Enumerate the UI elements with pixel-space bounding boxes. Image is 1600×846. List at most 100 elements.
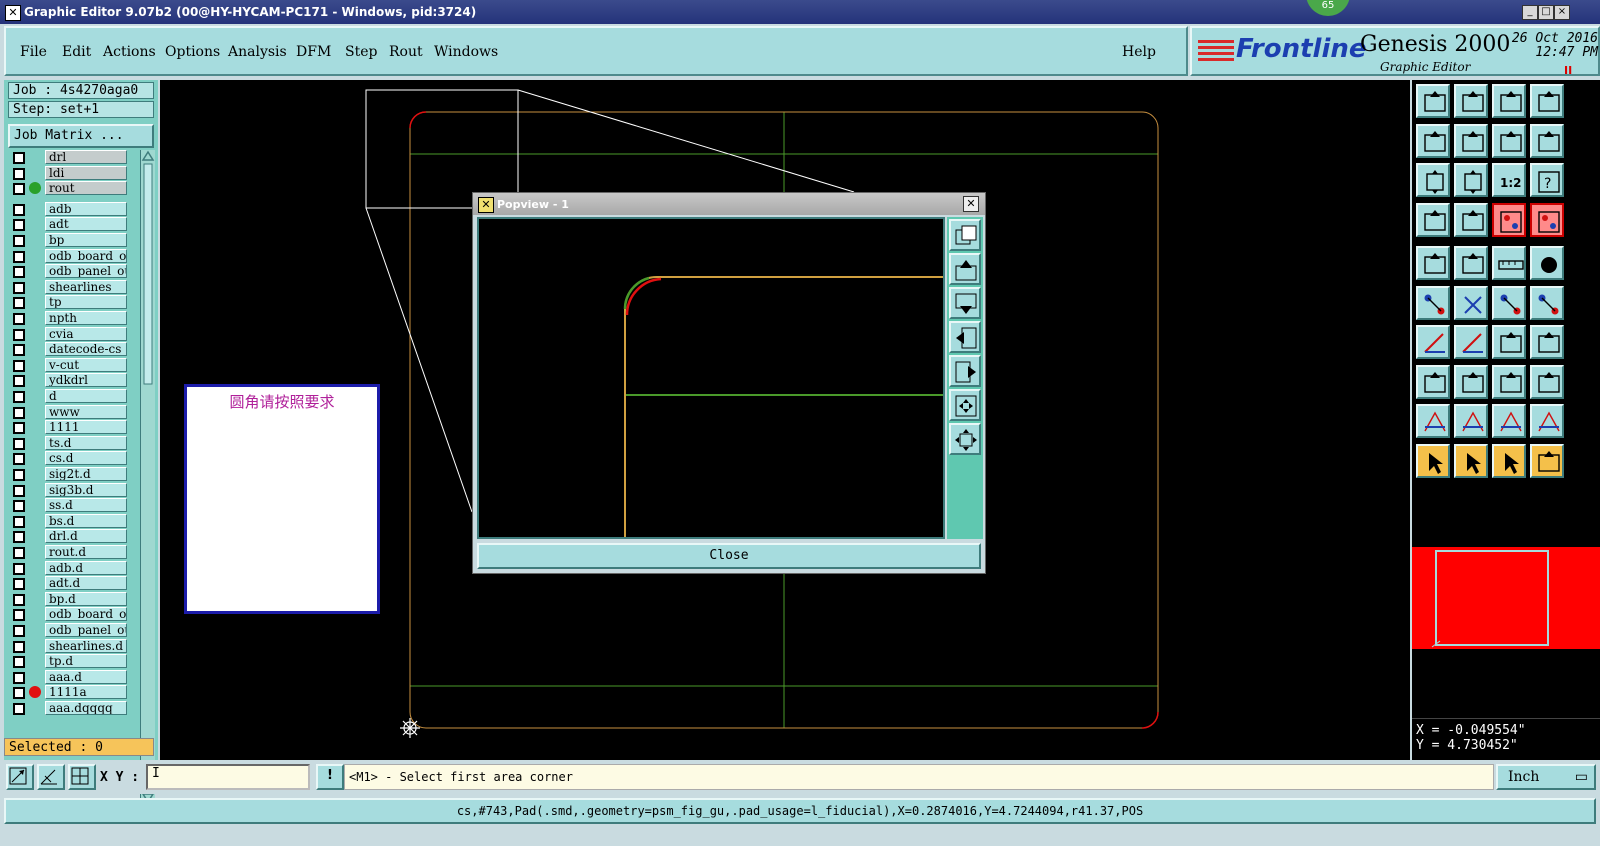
layer-checkbox[interactable] xyxy=(13,453,25,466)
arc-frame-icon[interactable] xyxy=(1492,404,1526,438)
layer-row[interactable]: adb xyxy=(8,201,138,217)
layer-checkbox[interactable] xyxy=(13,625,25,637)
layer-row[interactable]: 1111a xyxy=(8,685,138,700)
layer-name[interactable]: 1111a xyxy=(45,685,127,700)
layer-name[interactable]: sig3b.d xyxy=(45,482,127,497)
layer-name[interactable]: adb xyxy=(45,201,127,216)
layer-checkbox[interactable] xyxy=(13,344,25,357)
transform-icon[interactable] xyxy=(1416,364,1450,399)
layer-checkbox[interactable] xyxy=(13,578,25,591)
route-icon[interactable] xyxy=(1416,202,1450,237)
layer-name[interactable]: drl xyxy=(45,150,127,164)
pointer-tag-icon[interactable] xyxy=(1492,443,1526,478)
scale-icon[interactable]: 1:2 xyxy=(1492,163,1526,197)
layer-checkbox[interactable] xyxy=(13,152,25,164)
close-button[interactable]: × xyxy=(1554,5,1570,20)
ruler-icon[interactable] xyxy=(1492,246,1526,280)
layer-row[interactable]: drl.d xyxy=(8,529,138,544)
menu-options[interactable]: Options xyxy=(165,44,220,60)
layer-row[interactable]: odb_board_ou xyxy=(8,607,138,622)
layer-name[interactable]: d xyxy=(45,389,127,403)
layer-row[interactable]: 1111 xyxy=(8,420,138,435)
layer-row[interactable]: rout xyxy=(8,181,138,196)
alert-button[interactable]: ! xyxy=(316,764,344,790)
menu-windows[interactable]: Windows xyxy=(434,44,498,60)
layer-checkbox[interactable] xyxy=(13,297,25,310)
layer-row[interactable]: adb.d xyxy=(8,560,138,576)
layer-row[interactable]: aaa.d xyxy=(8,669,138,685)
resize-icon[interactable] xyxy=(1492,364,1526,399)
arrow-line-icon[interactable] xyxy=(1454,325,1488,359)
layer-out-icon[interactable] xyxy=(1454,123,1488,158)
layer-name[interactable]: tp.d xyxy=(45,654,127,669)
layer-row[interactable]: odb_panel_ou xyxy=(8,623,138,638)
layer-checkbox[interactable] xyxy=(13,531,25,544)
layer-name[interactable]: bs.d xyxy=(45,513,127,528)
layer-row[interactable]: shearlines xyxy=(8,279,138,295)
layer-name[interactable]: adt xyxy=(45,217,127,232)
select-red-icon[interactable] xyxy=(1454,246,1488,280)
group-icon[interactable] xyxy=(1530,364,1564,399)
layer-checkbox[interactable] xyxy=(13,484,25,497)
popview-pan-left-icon[interactable] xyxy=(949,321,981,353)
layer-row[interactable]: datecode-cs xyxy=(8,342,138,357)
layer-checkbox[interactable] xyxy=(13,656,25,669)
layer-name[interactable]: sig2t.d xyxy=(45,467,127,481)
layer-name[interactable]: npth xyxy=(45,311,127,325)
layer-checkbox[interactable] xyxy=(13,422,25,435)
layer-name[interactable]: ldi xyxy=(45,165,127,180)
layer-name[interactable]: shearlines.d xyxy=(45,638,127,653)
layer-name[interactable]: 1111 xyxy=(45,420,127,435)
popview-title-bar[interactable]: ✕ Popview - 1 ✕ xyxy=(473,193,985,215)
net-tree-icon[interactable] xyxy=(1530,202,1564,237)
layer-name[interactable]: aaa.d xyxy=(45,669,127,684)
layer-name[interactable]: v-cut xyxy=(45,357,127,372)
menu-help[interactable]: Help xyxy=(1122,44,1156,60)
layer-checkbox[interactable] xyxy=(13,515,25,528)
layer-name[interactable]: cvia xyxy=(45,326,127,341)
popview-close-button[interactable]: Close xyxy=(477,543,981,569)
popview-copy-icon[interactable] xyxy=(949,219,981,251)
layer-name[interactable]: adb.d xyxy=(45,560,127,575)
layer-row[interactable]: rout.d xyxy=(8,545,138,560)
snap-mode-icon[interactable] xyxy=(6,764,34,790)
maximize-button[interactable]: □ xyxy=(1538,5,1554,20)
menu-actions[interactable]: Actions xyxy=(103,44,156,60)
mirror-icon[interactable] xyxy=(1530,325,1564,359)
layer-name[interactable]: bp.d xyxy=(45,591,127,606)
layer-row[interactable]: d xyxy=(8,389,138,404)
layer-checkbox[interactable] xyxy=(13,183,25,196)
minimize-button[interactable]: _ xyxy=(1522,5,1538,20)
layer-name[interactable]: odb_board_ou xyxy=(45,607,127,622)
layer-checkbox[interactable] xyxy=(13,593,25,606)
window-icon[interactable] xyxy=(1530,84,1564,118)
arc-up-icon[interactable] xyxy=(1454,404,1488,438)
popview-pan-right-icon[interactable] xyxy=(949,355,981,387)
layer-row[interactable]: odb_board_ou xyxy=(8,248,138,264)
grid-mode-icon[interactable] xyxy=(68,764,96,790)
pad-icon[interactable] xyxy=(1416,246,1450,280)
menu-dfm[interactable]: DFM xyxy=(296,44,331,60)
layer-row[interactable]: shearlines.d xyxy=(8,638,138,654)
layer-checkbox[interactable] xyxy=(13,562,25,575)
layer-name[interactable]: ydkdrl xyxy=(45,373,127,388)
layer-checkbox[interactable] xyxy=(13,167,25,180)
layer-checkbox[interactable] xyxy=(13,469,25,481)
layer-checkbox[interactable] xyxy=(13,547,25,559)
layer-row[interactable]: ydkdrl xyxy=(8,373,138,388)
layer-row[interactable]: bp xyxy=(8,233,138,248)
layer-row[interactable]: adt.d xyxy=(8,576,138,591)
save-icon[interactable] xyxy=(1454,84,1488,118)
layer-name[interactable]: odb_panel_ou xyxy=(45,264,127,279)
layer-checkbox[interactable] xyxy=(13,703,25,715)
popview-canvas[interactable] xyxy=(477,217,945,539)
open-icon[interactable] xyxy=(1416,84,1450,118)
notification-badge[interactable]: 65 xyxy=(1306,0,1350,16)
pointer-box-icon[interactable] xyxy=(1454,443,1488,478)
layer-checkbox[interactable] xyxy=(13,437,25,450)
layer-name[interactable]: bp xyxy=(45,233,127,247)
layer-row[interactable]: npth xyxy=(8,311,138,326)
layer-row[interactable]: ss.d xyxy=(8,498,138,513)
layer-checkbox[interactable] xyxy=(13,359,25,372)
line-icon[interactable] xyxy=(1416,325,1450,359)
